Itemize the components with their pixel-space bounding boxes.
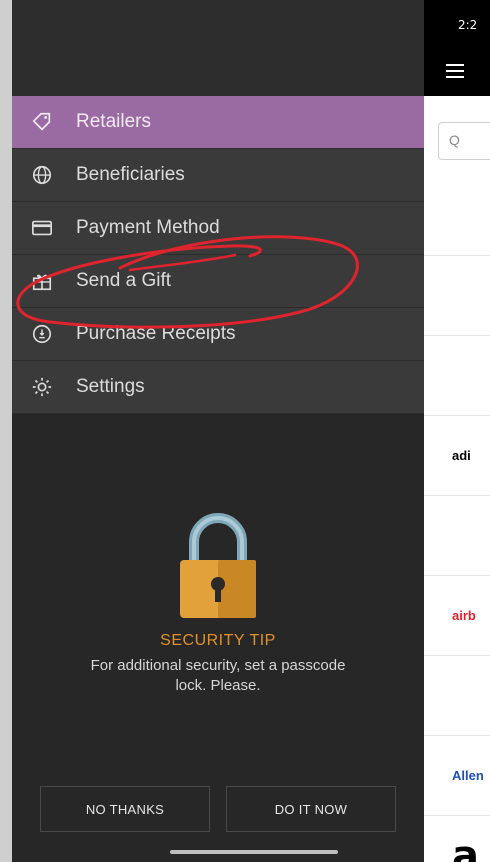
retailer-logo[interactable]: airb — [424, 576, 490, 656]
menu-item-label: Retailers — [76, 111, 151, 132]
retailer-logo[interactable] — [424, 256, 490, 336]
app-header: 2:2 — [424, 0, 490, 96]
retailer-logo[interactable] — [424, 656, 490, 736]
retailer-logo[interactable] — [424, 176, 490, 256]
menu-item-send-gift[interactable]: Send a Gift — [12, 255, 424, 308]
menu-item-label: Beneficiaries — [76, 164, 185, 185]
search-icon: Q — [449, 132, 460, 148]
menu-item-label: Payment Method — [76, 217, 220, 238]
search-input[interactable]: Q — [438, 122, 490, 160]
menu-item-purchase-receipts[interactable]: Purchase Receipts — [12, 308, 424, 361]
menu-item-label: Send a Gift — [76, 270, 172, 291]
padlock-icon — [180, 513, 256, 618]
screenshot-frame — [0, 0, 12, 862]
security-tip: SECURITY TIP For additional security, se… — [12, 510, 424, 696]
menu-item-beneficiaries[interactable]: Beneficiaries — [12, 149, 424, 202]
gift-icon — [30, 269, 54, 293]
gear-icon — [30, 375, 54, 399]
drawer-menu: Retailers Beneficiaries Payment Method S… — [12, 96, 424, 414]
retailer-logo[interactable]: adi — [424, 416, 490, 496]
tag-icon — [30, 110, 54, 134]
menu-item-label: Settings — [76, 376, 145, 397]
drawer-header — [12, 0, 424, 96]
receipt-icon — [30, 322, 54, 346]
home-indicator — [170, 850, 338, 854]
hamburger-icon[interactable] — [446, 64, 464, 78]
retailer-logo[interactable]: Allen — [424, 736, 490, 816]
menu-item-retailers[interactable]: Retailers — [12, 96, 424, 149]
retailer-list: adi airb Allen a — [424, 176, 490, 862]
credit-card-icon — [30, 216, 54, 240]
menu-item-settings[interactable]: Settings — [12, 361, 424, 414]
retailers-screen: 2:2 Q adi airb Allen a — [424, 0, 490, 862]
status-time: 2:2 — [458, 18, 478, 32]
menu-item-label: Purchase Receipts — [76, 323, 236, 344]
do-it-now-button[interactable]: DO IT NOW — [226, 786, 396, 832]
security-tip-text: For additional security, set a passcode … — [90, 657, 346, 694]
retailer-logo[interactable] — [424, 496, 490, 576]
retailer-logo[interactable]: a — [424, 816, 490, 862]
globe-icon — [30, 163, 54, 187]
navigation-drawer: Retailers Beneficiaries Payment Method S… — [12, 0, 424, 862]
no-thanks-button[interactable]: NO THANKS — [40, 786, 210, 832]
retailer-logo[interactable] — [424, 336, 490, 416]
security-tip-title: SECURITY TIP — [160, 632, 276, 649]
menu-item-payment-method[interactable]: Payment Method — [12, 202, 424, 255]
